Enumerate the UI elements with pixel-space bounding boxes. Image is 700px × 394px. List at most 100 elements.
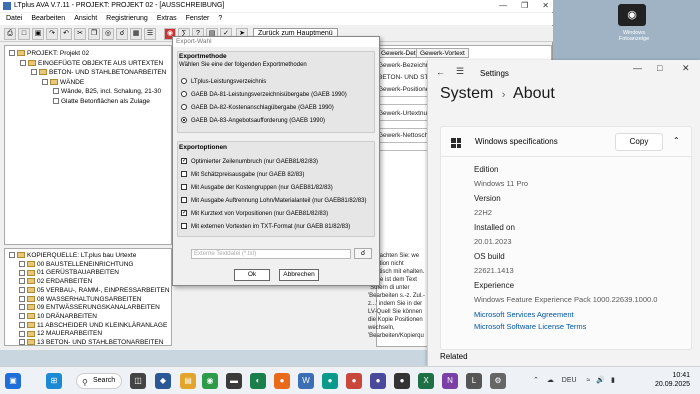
back-arrow-icon[interactable]: ← bbox=[436, 67, 445, 77]
menu-datei[interactable]: Datei bbox=[6, 13, 22, 25]
export-icon[interactable]: ↷ bbox=[46, 28, 58, 40]
table-icon[interactable]: ▦ bbox=[130, 28, 142, 40]
tree-folder[interactable]: PROJEKT: Projekt 02 bbox=[9, 49, 89, 58]
ok-button[interactable]: Ok bbox=[234, 269, 270, 281]
task-view-icon[interactable]: ◫ bbox=[130, 373, 146, 389]
method-option[interactable]: LTplus-Leistungsverzeichnis bbox=[181, 78, 266, 87]
close-icon[interactable]: ✕ bbox=[682, 63, 690, 74]
settings-gear-icon[interactable]: ⚙ bbox=[490, 373, 506, 389]
gewerk-positionen-field[interactable] bbox=[376, 96, 428, 105]
expand-box-icon[interactable] bbox=[53, 97, 59, 104]
cancel-button[interactable]: Abbrechen bbox=[279, 269, 319, 281]
chevron-up-icon[interactable]: ⌃ bbox=[673, 136, 680, 145]
radio-icon[interactable] bbox=[181, 91, 187, 98]
expand-box-icon[interactable] bbox=[53, 88, 59, 95]
option-checkbox[interactable]: Mit Ausgabe Auftrennung Lohn/Materialant… bbox=[181, 197, 366, 206]
option-checkbox[interactable]: Mit Schätzpreisausgabe (nur GAEB 82/83) bbox=[181, 171, 304, 180]
hamburger-icon[interactable]: ☰ bbox=[456, 66, 464, 77]
expand-box-icon[interactable] bbox=[19, 287, 25, 294]
expand-box-icon[interactable] bbox=[19, 313, 25, 320]
source-tree-item[interactable]: 00 BAUSTELLENEINRICHTUNG bbox=[19, 260, 133, 269]
expand-box-icon[interactable] bbox=[42, 78, 48, 85]
teams-icon[interactable]: ◆ bbox=[155, 373, 171, 389]
onedrive-icon[interactable]: ☁ bbox=[547, 377, 554, 384]
gewerk-netto-field[interactable] bbox=[376, 142, 428, 151]
source-tree-item[interactable]: 10 DRÄNARBEITEN bbox=[19, 312, 97, 321]
language-indicator[interactable]: DEU bbox=[562, 377, 577, 384]
option-checkbox[interactable]: ✓ Mit Kurztext von Vorpositionen (nur GAE… bbox=[181, 210, 328, 219]
expand-box-icon[interactable] bbox=[9, 50, 15, 57]
expand-box-icon[interactable] bbox=[19, 330, 25, 337]
search-icon[interactable]: ☌ bbox=[116, 28, 128, 40]
app3-icon[interactable]: ● bbox=[394, 373, 410, 389]
card-header[interactable]: Windows specifications Copy ⌃ bbox=[441, 127, 691, 157]
new-icon[interactable]: □ bbox=[18, 28, 30, 40]
expand-box-icon[interactable] bbox=[19, 304, 25, 311]
menu-help[interactable]: ? bbox=[218, 13, 222, 25]
app2-icon[interactable]: ● bbox=[370, 373, 386, 389]
source-tree-item[interactable]: 02 ERDARBEITEN bbox=[19, 277, 92, 286]
firefox-icon[interactable]: ● bbox=[274, 373, 290, 389]
edge-icon[interactable]: ◐ bbox=[250, 373, 266, 389]
app-icon[interactable]: ● bbox=[322, 373, 338, 389]
print-icon[interactable]: ⎙ bbox=[4, 28, 16, 40]
source-tree-item[interactable]: 09 ENTWÄSSERUNGSKANALARBEITEN bbox=[19, 303, 160, 312]
cut-icon[interactable]: ✂ bbox=[74, 28, 86, 40]
wifi-icon[interactable]: ≈ bbox=[587, 377, 591, 384]
expand-box-icon[interactable] bbox=[19, 321, 25, 328]
terminal-icon[interactable]: ▬ bbox=[226, 373, 242, 389]
chrome-icon[interactable]: ◉ bbox=[202, 373, 218, 389]
source-tree-item[interactable]: 11 ABSCHEIDER UND KLEINKLÄRANLAGE bbox=[19, 321, 167, 330]
tree-folder[interactable]: WÄNDE bbox=[42, 78, 84, 87]
source-tree-item[interactable]: 13 BETON- UND STAHLBETONARBEITEN bbox=[19, 338, 163, 347]
source-tree-item[interactable]: 05 VERBAU-, RAMM-, EINPRESSARBEITEN bbox=[19, 286, 170, 295]
onenote-icon[interactable]: N bbox=[442, 373, 458, 389]
clock[interactable]: 10:41 20.09.2025 bbox=[655, 371, 690, 389]
chevron-up-icon[interactable]: ⌃ bbox=[533, 377, 539, 384]
start-icon[interactable]: ⊞ bbox=[46, 373, 62, 389]
import-icon[interactable]: ↶ bbox=[60, 28, 72, 40]
gewerk-urtext-field[interactable] bbox=[376, 120, 428, 129]
battery-icon[interactable]: ▮ bbox=[611, 377, 615, 384]
checkbox-icon[interactable] bbox=[181, 184, 187, 191]
expand-box-icon[interactable] bbox=[9, 252, 15, 259]
menu-ansicht[interactable]: Ansicht bbox=[74, 13, 97, 25]
option-checkbox[interactable]: ✓ Optimierter Zeilenumbruch (nur GAEB81/8… bbox=[181, 158, 318, 167]
minimize-icon[interactable]: — bbox=[633, 63, 642, 73]
source-tree-item[interactable]: 12 MAUERARBEITEN bbox=[19, 329, 102, 338]
tree-item[interactable]: Glatte Betonflächen als Zulage bbox=[53, 97, 150, 106]
camera-icon[interactable]: ◉ bbox=[618, 4, 646, 26]
list-icon[interactable]: ☰ bbox=[144, 28, 156, 40]
method-option[interactable]: GAEB DA-82-Kostenanschlagübergabe (GAEB … bbox=[181, 104, 334, 113]
pdf-icon[interactable]: ● bbox=[346, 373, 362, 389]
method-option[interactable]: GAEB DA-81-Leistungsverzeichnisübergabe … bbox=[181, 91, 347, 100]
expand-box-icon[interactable] bbox=[19, 260, 25, 267]
file-explorer-icon[interactable]: ▤ bbox=[180, 373, 196, 389]
widgets-icon[interactable]: ▣ bbox=[5, 373, 21, 389]
services-agreement-link[interactable]: Microsoft Services Agreement bbox=[474, 310, 574, 319]
source-tree-item[interactable]: KOPIERQUELLE: LT.plus bau Urtexte bbox=[9, 251, 136, 260]
maximize-icon[interactable]: ❐ bbox=[521, 0, 528, 12]
source-tree-item[interactable]: 08 WASSERHALTUNGSARBEITEN bbox=[19, 295, 141, 304]
tab-gewerk-vortext[interactable]: Gewerk-Vortext bbox=[416, 48, 469, 58]
ltplus-taskbar-icon[interactable]: L bbox=[466, 373, 482, 389]
expand-box-icon[interactable] bbox=[20, 59, 26, 66]
radio-icon[interactable] bbox=[181, 104, 187, 111]
checkbox-icon[interactable]: ✓ bbox=[181, 158, 187, 165]
tree-item[interactable]: Wände, B25, incl. Schalung, 21-30 bbox=[53, 87, 161, 96]
copy-button[interactable]: Copy bbox=[615, 133, 663, 151]
expand-box-icon[interactable] bbox=[19, 339, 25, 346]
expand-box-icon[interactable] bbox=[19, 278, 25, 285]
expand-box-icon[interactable] bbox=[19, 269, 25, 276]
taskbar-search[interactable]: ⚲ Search bbox=[76, 373, 122, 389]
option-checkbox[interactable]: Mit externen Vortexten im TXT-Format (nu… bbox=[181, 223, 350, 232]
menu-extras[interactable]: Extras bbox=[157, 13, 177, 25]
source-tree-item[interactable]: 01 GERÜSTBAUARBEITEN bbox=[19, 268, 119, 277]
volume-icon[interactable]: 🔊 bbox=[596, 377, 605, 384]
checkbox-icon[interactable] bbox=[181, 171, 187, 178]
option-checkbox[interactable]: Mit Ausgabe der Kostengruppen (nur GAEB8… bbox=[181, 184, 333, 193]
checkbox-icon[interactable] bbox=[181, 197, 187, 204]
menu-fenster[interactable]: Fenster bbox=[186, 13, 210, 25]
close-icon[interactable]: ✕ bbox=[542, 0, 549, 12]
tree-folder[interactable]: BETON- UND STAHLBETONARBEITEN bbox=[31, 68, 166, 77]
